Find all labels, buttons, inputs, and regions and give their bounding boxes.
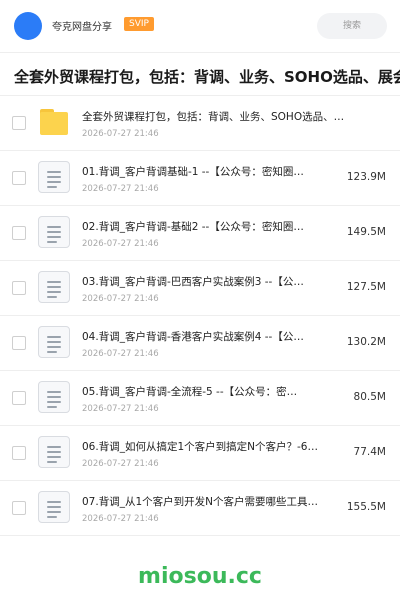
document-icon <box>38 271 70 303</box>
file-name: 01.背调_客户背调基础-1 --【公众号：密知圈… <box>82 166 304 178</box>
file-size: 130.2M <box>346 336 386 348</box>
file-size: 155.5M <box>346 501 386 513</box>
file-size: 80.5M <box>353 391 386 403</box>
svip-badge: SVIP <box>124 17 154 31</box>
list-item[interactable]: 04.背调_客户背调-香港客户实战案例4 --【公… 2026-07-27 21… <box>0 316 400 371</box>
row-checkbox[interactable] <box>12 501 26 515</box>
file-list: 全套外贸课程打包，包括：背调、业务、SOHO选品、… 2026-07-27 21… <box>0 96 400 536</box>
file-date: 2026-07-27 21:46 <box>82 404 159 414</box>
file-date: 2026-07-27 21:46 <box>82 184 159 194</box>
header-bar: 夸克网盘分享 SVIP 搜索 <box>0 0 400 52</box>
list-item[interactable]: 02.背调_客户背调-基础2 --【公众号：密知圈… 2026-07-27 21… <box>0 206 400 261</box>
file-name: 02.背调_客户背调-基础2 --【公众号：密知圈… <box>82 221 304 233</box>
row-checkbox[interactable] <box>12 281 26 295</box>
row-checkbox[interactable] <box>12 336 26 350</box>
search-input[interactable]: 搜索 <box>317 13 387 39</box>
row-checkbox[interactable] <box>12 391 26 405</box>
file-name: 04.背调_客户背调-香港客户实战案例4 --【公… <box>82 331 304 343</box>
document-icon <box>38 381 70 413</box>
list-item[interactable]: 05.背调_客户背调-全流程-5 --【公众号：密… 2026-07-27 21… <box>0 371 400 426</box>
avatar[interactable] <box>14 12 42 40</box>
file-size: 123.9M <box>346 171 386 183</box>
file-size: 149.5M <box>346 226 386 238</box>
list-item[interactable]: 01.背调_客户背调基础-1 --【公众号：密知圈… 2026-07-27 21… <box>0 151 400 206</box>
sharer-name: 夸克网盘分享 <box>52 22 112 33</box>
file-name: 07.背调_从1个客户到开发N个客户需要哪些工具？… <box>82 496 318 508</box>
list-item[interactable]: 07.背调_从1个客户到开发N个客户需要哪些工具？… 2026-07-27 21… <box>0 481 400 536</box>
document-icon <box>38 326 70 358</box>
document-icon <box>38 216 70 248</box>
folder-icon <box>40 109 68 135</box>
file-date: 2026-07-27 21:46 <box>82 294 159 304</box>
row-checkbox[interactable] <box>12 171 26 185</box>
file-date: 2026-07-27 21:46 <box>82 349 159 359</box>
page-title: 全套外贸课程打包，包括：背调、业务、SOHO选品、展会 <box>14 68 400 86</box>
document-icon <box>38 436 70 468</box>
file-date: 2026-07-27 21:46 <box>82 459 159 469</box>
list-item[interactable]: 03.背调_客户背调-巴西客户实战案例3 --【公… 2026-07-27 21… <box>0 261 400 316</box>
list-item-folder[interactable]: 全套外贸课程打包，包括：背调、业务、SOHO选品、… 2026-07-27 21… <box>0 96 400 151</box>
file-name: 06.背调_如何从搞定1个客户到搞定N个客户？-6… <box>82 441 318 453</box>
file-date: 2026-07-27 21:46 <box>82 129 159 139</box>
list-item[interactable]: 06.背调_如何从搞定1个客户到搞定N个客户？-6… 2026-07-27 21… <box>0 426 400 481</box>
file-size: 77.4M <box>353 446 386 458</box>
file-name: 05.背调_客户背调-全流程-5 --【公众号：密… <box>82 386 298 398</box>
document-icon <box>38 491 70 523</box>
file-date: 2026-07-27 21:46 <box>82 514 159 524</box>
site-watermark: miosou.cc <box>138 564 262 589</box>
row-checkbox[interactable] <box>12 226 26 240</box>
file-size: 127.5M <box>346 281 386 293</box>
row-checkbox[interactable] <box>12 116 26 130</box>
file-date: 2026-07-27 21:46 <box>82 239 159 249</box>
document-icon <box>38 161 70 193</box>
file-name: 03.背调_客户背调-巴西客户实战案例3 --【公… <box>82 276 304 288</box>
header-divider <box>0 52 400 53</box>
row-checkbox[interactable] <box>12 446 26 460</box>
file-name: 全套外贸课程打包，包括：背调、业务、SOHO选品、… <box>82 111 345 123</box>
